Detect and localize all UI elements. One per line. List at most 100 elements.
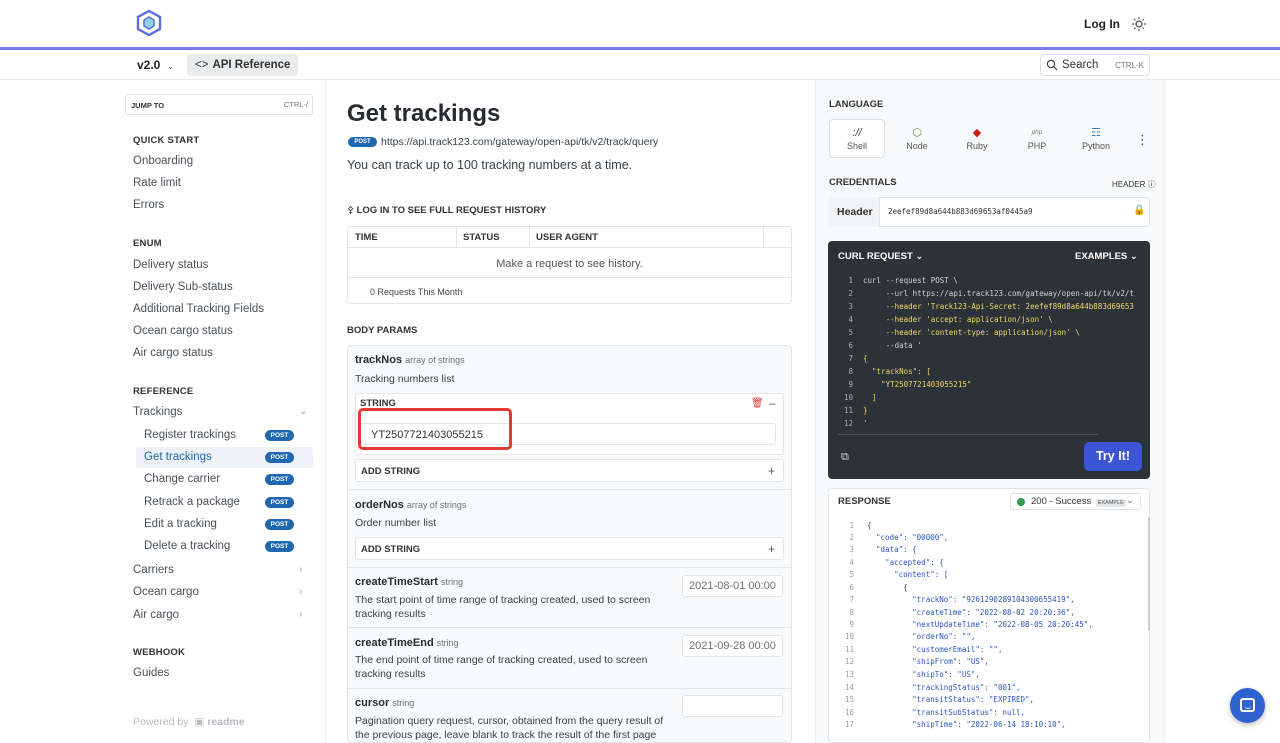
post-badge: POST	[265, 474, 294, 485]
sidebar-item-edit-tracking[interactable]: Edit a tracking	[144, 518, 217, 530]
response-line: 17 "shipTime": "2022-06-14 18:10:10",	[838, 720, 1148, 729]
line-number: 11	[843, 406, 853, 415]
createtimeend-input[interactable]: 2021-09-28 00:00	[682, 635, 783, 657]
sidebar-item-delete-tracking[interactable]: Delete a tracking	[144, 540, 230, 552]
more-options-icon[interactable]: ⋮	[1136, 132, 1149, 148]
add-string-button[interactable]: ADD STRING +	[355, 459, 784, 482]
subnav: v2.0 ⌄ <> API Reference Search CTRL-K	[0, 50, 1280, 80]
add-string-button[interactable]: ADD STRING +	[355, 537, 784, 560]
history-request-count: 0 Requests This Month	[348, 277, 791, 304]
param-ordernos: orderNos array of strings	[355, 499, 466, 511]
response-text: "accepted": {	[867, 558, 944, 567]
sidebar-item-retrack-package[interactable]: Retrack a package	[144, 496, 240, 508]
copy-icon[interactable]: ⧉	[841, 451, 849, 464]
sidebar-item-delivery-sub-status[interactable]: Delivery Sub-status	[133, 281, 233, 293]
code-text: curl --request POST \	[863, 276, 958, 285]
search-icon	[1046, 59, 1058, 71]
cursor-input[interactable]	[682, 695, 783, 717]
history-empty-message: Make a request to see history.	[496, 258, 643, 270]
curl-request-dropdown[interactable]: CURL REQUEST ⌄	[838, 251, 923, 262]
response-line: 4 "accepted": {	[838, 558, 1148, 567]
sidebar-item-guides[interactable]: Guides	[133, 667, 169, 679]
code-line: 10 ]	[838, 393, 1150, 402]
line-number: 2	[848, 289, 853, 298]
examples-dropdown[interactable]: EXAMPLES ⌄	[1075, 251, 1138, 262]
sidebar-item-rate-limit[interactable]: Rate limit	[133, 177, 181, 189]
login-button[interactable]: Log In	[1084, 17, 1120, 31]
header-hint-label: HEADER	[1112, 180, 1146, 189]
powered-by[interactable]: Powered by ▣ readme	[133, 716, 245, 728]
logo-icon[interactable]	[135, 9, 163, 37]
post-badge: POST	[265, 430, 294, 441]
api-reference-tab[interactable]: <> API Reference	[187, 54, 299, 76]
ruby-icon: ◆	[972, 127, 982, 139]
param-type: array of strings	[405, 355, 465, 365]
version-select[interactable]: v2.0 ⌄	[137, 58, 174, 72]
param-description: The start point of time range of trackin…	[355, 594, 651, 620]
language-php[interactable]: php PHP	[1014, 126, 1060, 151]
language-node[interactable]: ⬡ Node	[894, 126, 940, 151]
chevron-right-icon[interactable]: ›	[299, 609, 302, 620]
createtimestart-input[interactable]: 2021-08-01 00:00	[682, 575, 783, 597]
line-number: 7	[848, 354, 853, 363]
line-number: 6	[848, 341, 853, 350]
response-scrollbar[interactable]	[1148, 517, 1150, 631]
section-webhook: WEBHOOK	[133, 647, 186, 658]
param-name: trackNos	[355, 354, 403, 366]
chevron-right-icon[interactable]: ›	[299, 564, 302, 575]
trash-icon[interactable]: 🗑	[751, 398, 764, 409]
response-line: 3 "data": {	[838, 545, 1148, 554]
post-badge: POST	[265, 452, 294, 463]
sidebar-item-air-cargo-status[interactable]: Air cargo status	[133, 347, 213, 359]
post-badge: POST	[265, 541, 294, 552]
sidebar-item-delivery-status[interactable]: Delivery status	[133, 259, 208, 271]
readme-logo-icon: ▣ readme	[194, 716, 245, 728]
language-label-shell: Shell	[846, 141, 867, 151]
search-input[interactable]: Search CTRL-K	[1040, 54, 1150, 76]
line-number: 15	[844, 695, 854, 704]
response-text: "customerEmail": "",	[867, 645, 1003, 654]
response-status-select[interactable]: 200 - Success EXAMPLE ⌄	[1010, 493, 1141, 510]
lock-icon[interactable]: 🔒	[1133, 205, 1145, 216]
response-text: "trackNo": "9261290289104300655419",	[867, 595, 1075, 604]
line-number: 4	[849, 558, 854, 567]
collapse-icon[interactable]: –	[769, 396, 776, 410]
response-text: "createTime": "2022-08-02 20:20:36",	[867, 608, 1075, 617]
history-col-status: STATUS	[463, 232, 500, 243]
response-line: 6 {	[838, 583, 1148, 592]
code-line: 1 curl --request POST \	[838, 276, 1150, 285]
line-number: 4	[848, 315, 853, 324]
chat-support-button[interactable]	[1230, 688, 1265, 723]
response-text: "transitStatus": "EXPIRED",	[867, 695, 1035, 704]
version-label: v2.0	[137, 58, 161, 72]
sidebar-item-onboarding[interactable]: Onboarding	[133, 155, 193, 167]
sidebar-item-register-trackings[interactable]: Register trackings	[144, 429, 236, 441]
column-divider	[763, 227, 764, 248]
sidebar-item-air-cargo[interactable]: Air cargo	[133, 609, 179, 621]
theme-toggle-icon[interactable]	[1131, 16, 1147, 32]
header-hint[interactable]: HEADER ⓘ	[1112, 179, 1156, 190]
param-description: The end point of time range of tracking …	[355, 654, 648, 680]
sidebar-item-change-carrier[interactable]: Change carrier	[144, 473, 220, 485]
code-text: --data '	[863, 341, 922, 350]
sidebar-item-ocean-cargo[interactable]: Ocean cargo	[133, 586, 199, 598]
header-credential-input[interactable]: 2eefef89d8a644b883d69653af0445a9	[888, 207, 1033, 216]
try-it-button[interactable]: Try It!	[1084, 442, 1142, 471]
sidebar-item-carriers[interactable]: Carriers	[133, 564, 174, 576]
jump-to-input[interactable]: JUMP TO CTRL-/	[125, 94, 313, 115]
sidebar-item-trackings[interactable]: Trackings	[133, 406, 182, 418]
chevron-down-icon[interactable]: ⌄	[299, 406, 307, 417]
add-string-label: ADD STRING	[361, 544, 421, 555]
sidebar-item-errors[interactable]: Errors	[133, 199, 164, 211]
search-shortcut: CTRL-K	[1115, 60, 1144, 70]
response-text: "shipTime": "2022-06-14 18:10:10",	[867, 720, 1066, 729]
chevron-right-icon[interactable]: ›	[299, 586, 302, 597]
history-login-link[interactable]: ⚴ LOG IN TO SEE FULL REQUEST HISTORY	[347, 205, 546, 216]
sidebar-item-get-trackings[interactable]: Get trackings	[144, 451, 212, 463]
language-python[interactable]: ☶ Python	[1073, 126, 1119, 151]
code-line: 7{	[838, 354, 1150, 363]
sidebar-item-ocean-cargo-status[interactable]: Ocean cargo status	[133, 325, 233, 337]
language-shell[interactable]: :// Shell	[834, 126, 880, 151]
sidebar-item-additional-tracking-fields[interactable]: Additional Tracking Fields	[133, 303, 264, 315]
language-ruby[interactable]: ◆ Ruby	[954, 126, 1000, 151]
